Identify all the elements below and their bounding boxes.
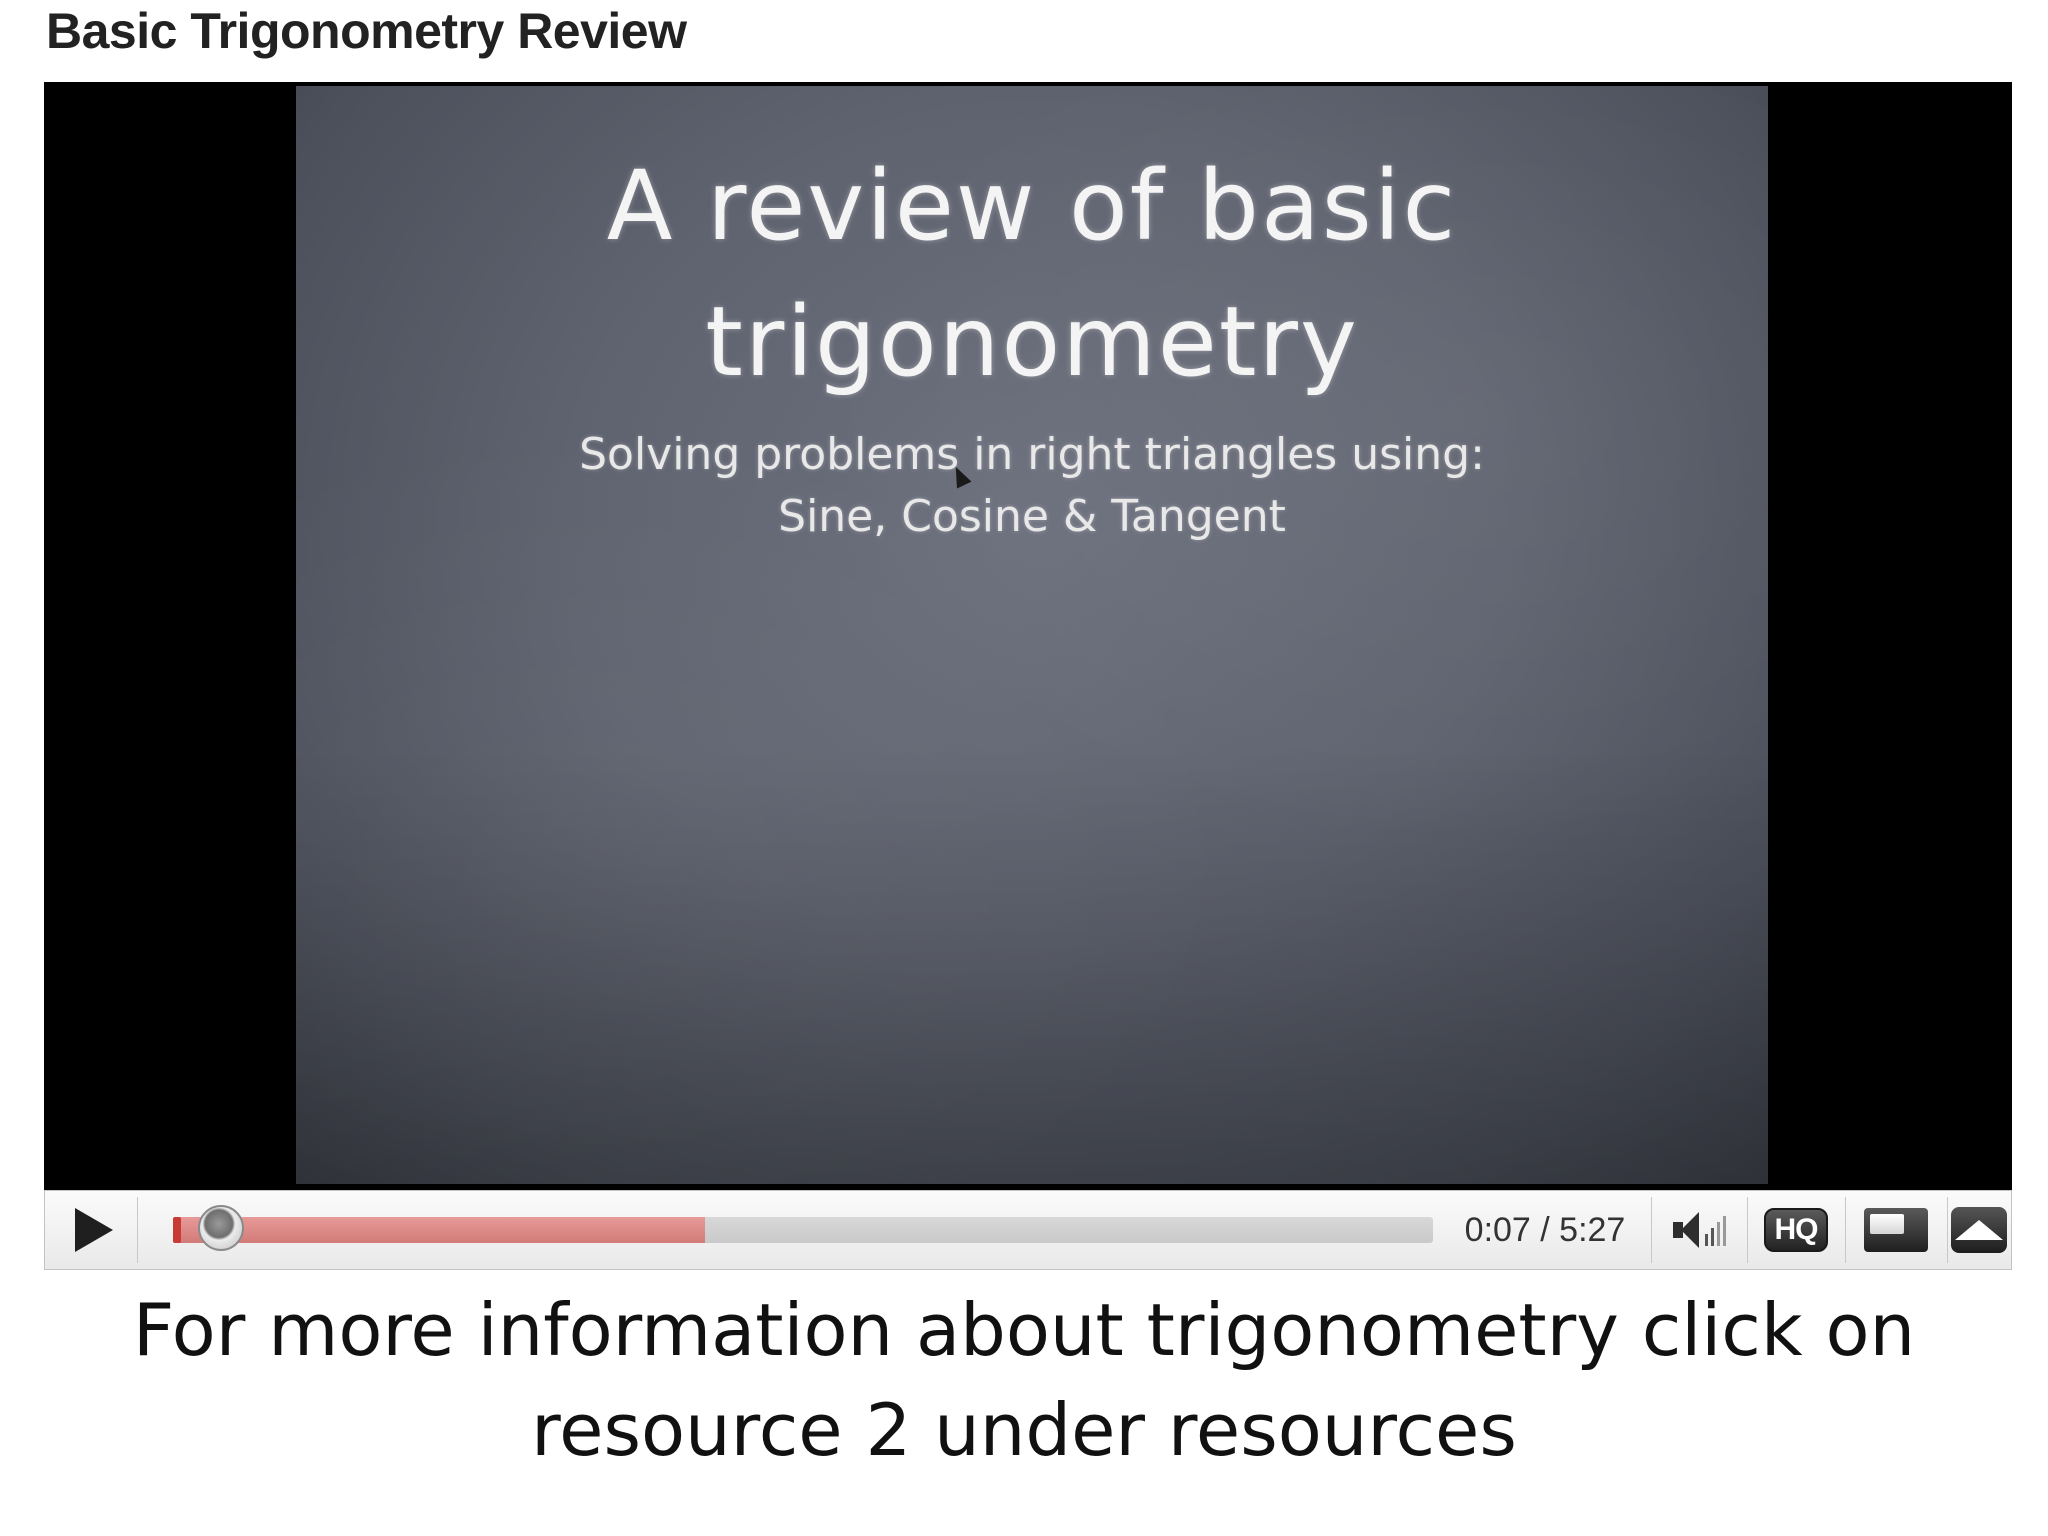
video-area[interactable]: A review of basic trigonometry Solving p… (44, 82, 2012, 1190)
slide-subtitle-line-1: Solving problems in right triangles usin… (579, 429, 1485, 480)
divider (1947, 1197, 1948, 1263)
volume-button[interactable] (1657, 1197, 1743, 1263)
caption-text: For more information about trigonometry … (0, 1280, 2048, 1480)
page-title: Basic Trigonometry Review (46, 3, 687, 59)
seek-buffered-fill (177, 1217, 705, 1243)
popout-icon (1864, 1208, 1928, 1252)
divider (137, 1197, 138, 1263)
video-frame-slide: A review of basic trigonometry Solving p… (296, 86, 1768, 1184)
time-display: 0:07 / 5:27 (1464, 1210, 1626, 1249)
divider (1845, 1197, 1846, 1263)
hq-icon: HQ (1764, 1208, 1828, 1252)
popout-button[interactable] (1849, 1197, 1943, 1263)
caption-line-2: resource 2 under resources (531, 1388, 1517, 1472)
play-button[interactable] (65, 1201, 123, 1259)
slide-title: A review of basic trigonometry (296, 138, 1768, 410)
divider (1651, 1197, 1652, 1263)
player-controls-bar: 0:07 / 5:27 HQ (44, 1190, 2012, 1270)
slide-title-line-1: A review of basic (606, 150, 1458, 262)
seek-bar[interactable] (173, 1205, 1433, 1251)
fullscreen-icon (1951, 1207, 2007, 1253)
caption-line-1: For more information about trigonometry … (132, 1288, 1916, 1372)
fullscreen-button[interactable] (1951, 1197, 2007, 1263)
divider (1747, 1197, 1748, 1263)
hq-button[interactable]: HQ (1751, 1197, 1841, 1263)
slide-subtitle-line-2: Sine, Cosine & Tangent (778, 491, 1286, 542)
slide-title-line-2: trigonometry (705, 286, 1359, 398)
seek-played-fill (173, 1217, 181, 1243)
video-player[interactable]: A review of basic trigonometry Solving p… (44, 82, 2012, 1270)
volume-icon (1669, 1210, 1731, 1250)
play-icon (75, 1208, 113, 1252)
seek-handle[interactable] (198, 1205, 244, 1251)
slide-subtitle: Solving problems in right triangles usin… (296, 424, 1768, 548)
